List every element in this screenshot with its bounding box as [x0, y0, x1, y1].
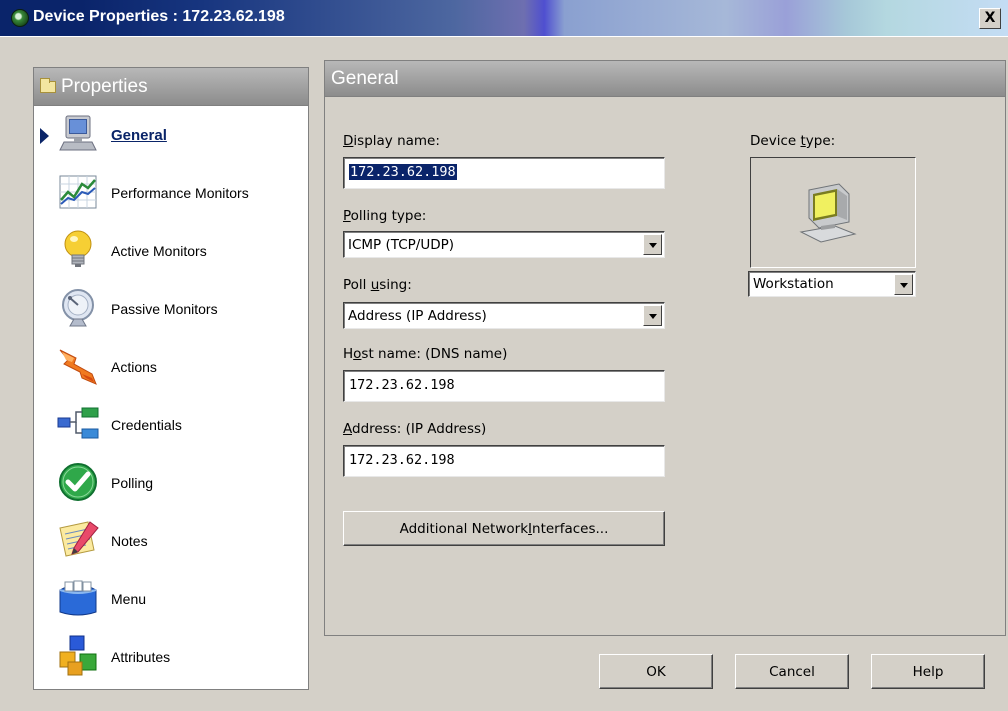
host-name-input[interactable]: 172.23.62.198: [343, 370, 665, 402]
polling-type-value: ICMP (TCP/UDP): [348, 236, 455, 253]
nav-label-active-monitors: Active Monitors: [111, 243, 207, 259]
satellite-dish-icon: [62, 289, 94, 327]
poll-using-label: Poll using:: [343, 277, 412, 293]
address-input[interactable]: 172.23.62.198: [343, 445, 665, 477]
host-name-label: Host name: (DNS name): [343, 346, 508, 362]
nav-item-credentials[interactable]: Credentials: [34, 396, 308, 454]
chart-icon: [59, 175, 97, 209]
polling-type-select[interactable]: ICMP (TCP/UDP): [343, 231, 665, 258]
nav-label-credentials: Credentials: [111, 417, 182, 433]
poll-using-select[interactable]: Address (IP Address): [343, 302, 665, 329]
additional-network-interfaces-button[interactable]: Additional Network Interfaces...: [343, 511, 665, 546]
menu-box-icon: [59, 580, 97, 616]
selection-arrow-icon: [40, 128, 49, 144]
folder-icon: [40, 77, 56, 93]
nav-item-attributes[interactable]: Attributes: [34, 628, 308, 686]
address-label: Address: (IP Address): [343, 421, 487, 437]
properties-panel: Properties General Performance Monitors: [33, 67, 309, 690]
network-tree-icon: [57, 407, 99, 439]
properties-header: Properties: [34, 68, 308, 106]
poll-using-value: Address (IP Address): [348, 307, 487, 324]
cancel-button[interactable]: Cancel: [735, 654, 849, 689]
nav-label-actions: Actions: [111, 359, 157, 375]
nav-item-active-monitors[interactable]: Active Monitors: [34, 222, 308, 280]
title-bar: Device Properties : 172.23.62.198 X: [0, 0, 1008, 37]
workstation-icon: [799, 183, 857, 243]
nav-label-polling: Polling: [111, 475, 154, 491]
nav-label-menu: Menu: [111, 591, 147, 607]
nav-item-notes[interactable]: Notes: [34, 512, 308, 570]
ok-button[interactable]: OK: [599, 654, 713, 689]
chevron-down-icon[interactable]: [894, 274, 913, 295]
nav-item-actions[interactable]: Actions: [34, 338, 308, 396]
device-type-select[interactable]: Workstation: [748, 271, 916, 297]
nav-item-general[interactable]: General: [34, 106, 308, 164]
chevron-down-icon[interactable]: [643, 234, 662, 255]
nav-label-performance-monitors: Performance Monitors: [111, 185, 249, 201]
device-type-preview: [750, 157, 916, 268]
lightning-icon: [59, 349, 97, 385]
nav-label-notes: Notes: [111, 533, 148, 549]
nav-label-general: General: [111, 126, 167, 144]
device-type-label: Device type:: [750, 133, 836, 149]
nav-label-attributes: Attributes: [111, 649, 171, 665]
polling-type-label: Polling type:: [343, 208, 427, 224]
chevron-down-icon[interactable]: [643, 305, 662, 326]
nav-item-polling[interactable]: Polling: [34, 454, 308, 512]
lightbulb-icon: [64, 230, 92, 267]
nav-item-performance-monitors[interactable]: Performance Monitors: [34, 164, 308, 222]
checkmark-icon: [59, 463, 97, 501]
properties-header-label: Properties: [61, 75, 148, 97]
window-title: Device Properties : 172.23.62.198: [33, 8, 285, 25]
device-type-value: Workstation: [753, 276, 834, 292]
notepad-icon: [59, 521, 99, 557]
display-name-label: Display name:: [343, 133, 440, 149]
help-button[interactable]: Help: [871, 654, 985, 689]
nav-item-passive-monitors[interactable]: Passive Monitors: [34, 280, 308, 338]
close-button[interactable]: X: [979, 8, 1001, 29]
computer-icon: [59, 115, 97, 151]
app-icon: [11, 9, 29, 27]
cubes-icon: [59, 635, 97, 676]
display-name-input[interactable]: 172.23.62.198: [343, 157, 665, 189]
general-header: General: [325, 61, 1005, 97]
nav-label-passive-monitors: Passive Monitors: [111, 301, 218, 317]
nav-item-menu[interactable]: Menu: [34, 570, 308, 628]
